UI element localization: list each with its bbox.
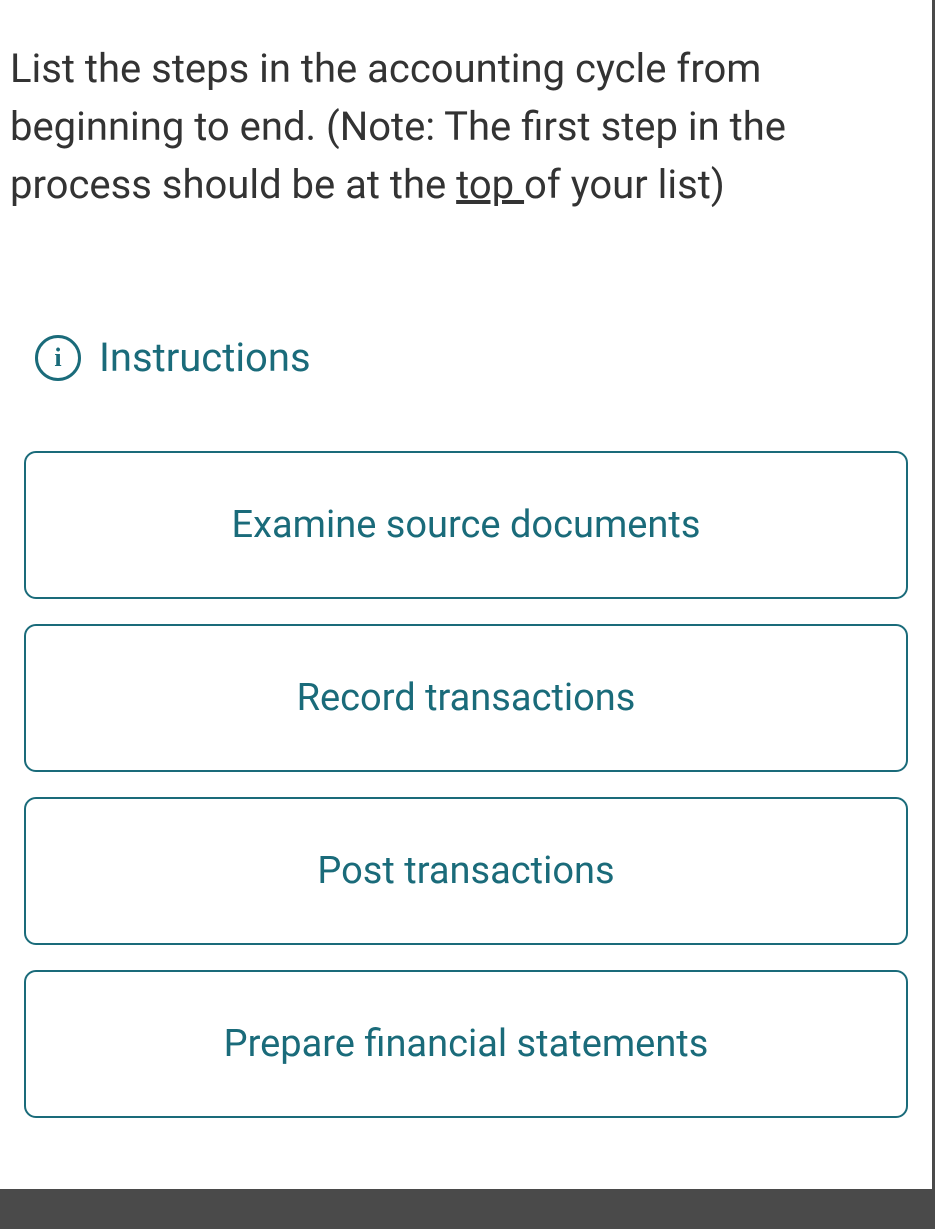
- instructions-label: Instructions: [99, 334, 311, 381]
- question-prompt: List the steps in the accounting cycle f…: [10, 40, 922, 214]
- question-text-part2: of your list): [524, 161, 725, 208]
- sortable-item[interactable]: Record transactions: [24, 624, 908, 772]
- question-underlined-word: top: [456, 161, 524, 208]
- info-icon: i: [35, 335, 81, 381]
- bottom-bar: [0, 1189, 935, 1229]
- instructions-button[interactable]: i Instructions: [35, 334, 922, 381]
- sortable-item[interactable]: Prepare financial statements: [24, 970, 908, 1118]
- sortable-list: Examine source documents Record transact…: [10, 451, 922, 1118]
- question-panel: List the steps in the accounting cycle f…: [0, 0, 935, 1189]
- info-icon-glyph: i: [54, 343, 61, 373]
- sortable-item[interactable]: Examine source documents: [24, 451, 908, 599]
- sortable-item[interactable]: Post transactions: [24, 797, 908, 945]
